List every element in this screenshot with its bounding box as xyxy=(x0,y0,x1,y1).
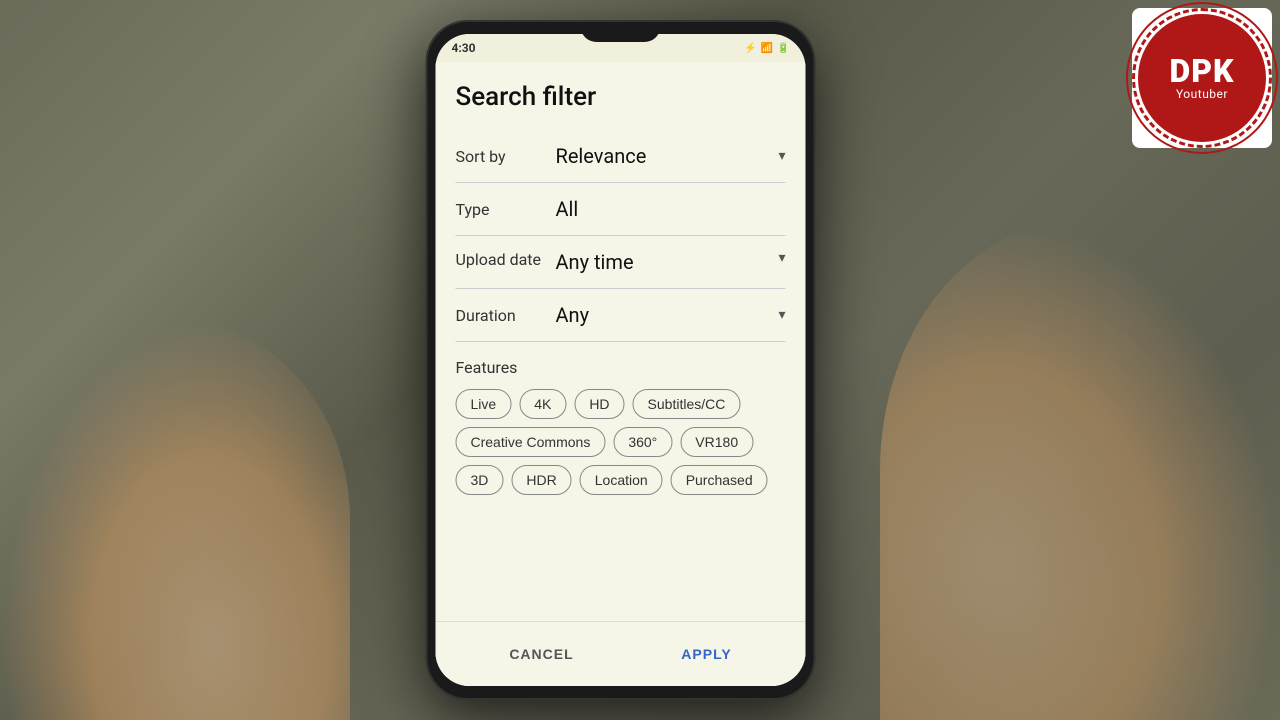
status-time: 4:30 xyxy=(452,41,476,55)
features-section: Features Live 4K HD Subtitles/CC Creativ… xyxy=(456,358,786,495)
features-chips: Live 4K HD Subtitles/CC Creative Commons… xyxy=(456,389,786,495)
dpk-logo: DPK Youtuber xyxy=(1132,8,1272,148)
duration-value: Any xyxy=(556,303,775,327)
chip-creative-commons[interactable]: Creative Commons xyxy=(456,427,606,457)
duration-row[interactable]: Duration Any ▾ xyxy=(456,291,786,339)
filter-title: Search filter xyxy=(456,82,786,112)
phone-screen: 4:30 ⚡ 📶 🔋 Search filter Sort by Relevan… xyxy=(436,34,806,686)
dpk-text: DPK Youtuber xyxy=(1169,55,1234,101)
chip-subtitles[interactable]: Subtitles/CC xyxy=(633,389,741,419)
chip-live[interactable]: Live xyxy=(456,389,512,419)
upload-date-arrow-icon: ▾ xyxy=(778,250,785,266)
upload-date-row[interactable]: Upload date Any time ▾ xyxy=(456,238,786,286)
bluetooth-icon: ⚡ xyxy=(744,43,756,54)
divider-1 xyxy=(456,182,786,183)
chip-location[interactable]: Location xyxy=(580,465,663,495)
divider-2 xyxy=(456,235,786,236)
phone-body: 4:30 ⚡ 📶 🔋 Search filter Sort by Relevan… xyxy=(426,20,816,700)
chip-purchased[interactable]: Purchased xyxy=(671,465,768,495)
features-label: Features xyxy=(456,358,786,377)
cancel-button[interactable]: CANCEL xyxy=(489,638,593,670)
app-content: Search filter Sort by Relevance ▾ Type A… xyxy=(436,62,806,686)
chip-vr180[interactable]: VR180 xyxy=(680,427,753,457)
type-value: All xyxy=(556,197,786,221)
duration-label: Duration xyxy=(456,306,556,325)
sort-by-value: Relevance xyxy=(556,144,775,168)
chip-4k[interactable]: 4K xyxy=(519,389,566,419)
chip-hdr[interactable]: HDR xyxy=(511,465,571,495)
type-row[interactable]: Type All xyxy=(456,185,786,233)
upload-date-label: Upload date xyxy=(456,250,556,271)
type-label: Type xyxy=(456,200,556,219)
chip-hd[interactable]: HD xyxy=(574,389,624,419)
sort-by-label: Sort by xyxy=(456,147,556,166)
sort-by-row[interactable]: Sort by Relevance ▾ xyxy=(456,132,786,180)
dpk-circle: DPK Youtuber xyxy=(1138,14,1266,142)
divider-3 xyxy=(456,288,786,289)
status-icons: ⚡ 📶 🔋 xyxy=(744,43,789,54)
filter-panel: Search filter Sort by Relevance ▾ Type A… xyxy=(436,62,806,686)
upload-date-value: Any time xyxy=(556,250,775,274)
apply-button[interactable]: APPLY xyxy=(661,638,751,670)
upload-label-text: Upload date xyxy=(456,250,542,269)
chip-3d[interactable]: 3D xyxy=(456,465,504,495)
phone-notch xyxy=(581,22,661,42)
dpk-logo-inner: DPK Youtuber xyxy=(1132,8,1272,148)
phone-device: 4:30 ⚡ 📶 🔋 Search filter Sort by Relevan… xyxy=(426,20,816,700)
duration-arrow-icon: ▾ xyxy=(778,307,785,323)
dpk-sub-text: Youtuber xyxy=(1169,87,1234,101)
divider-4 xyxy=(456,341,786,342)
chip-360[interactable]: 360° xyxy=(613,427,672,457)
sort-by-arrow-icon: ▾ xyxy=(778,148,785,164)
bottom-buttons: CANCEL APPLY xyxy=(436,621,806,686)
dpk-main-text: DPK xyxy=(1169,55,1234,87)
battery-icon: 🔋 xyxy=(777,43,789,54)
signal-icon: 📶 xyxy=(761,43,773,54)
